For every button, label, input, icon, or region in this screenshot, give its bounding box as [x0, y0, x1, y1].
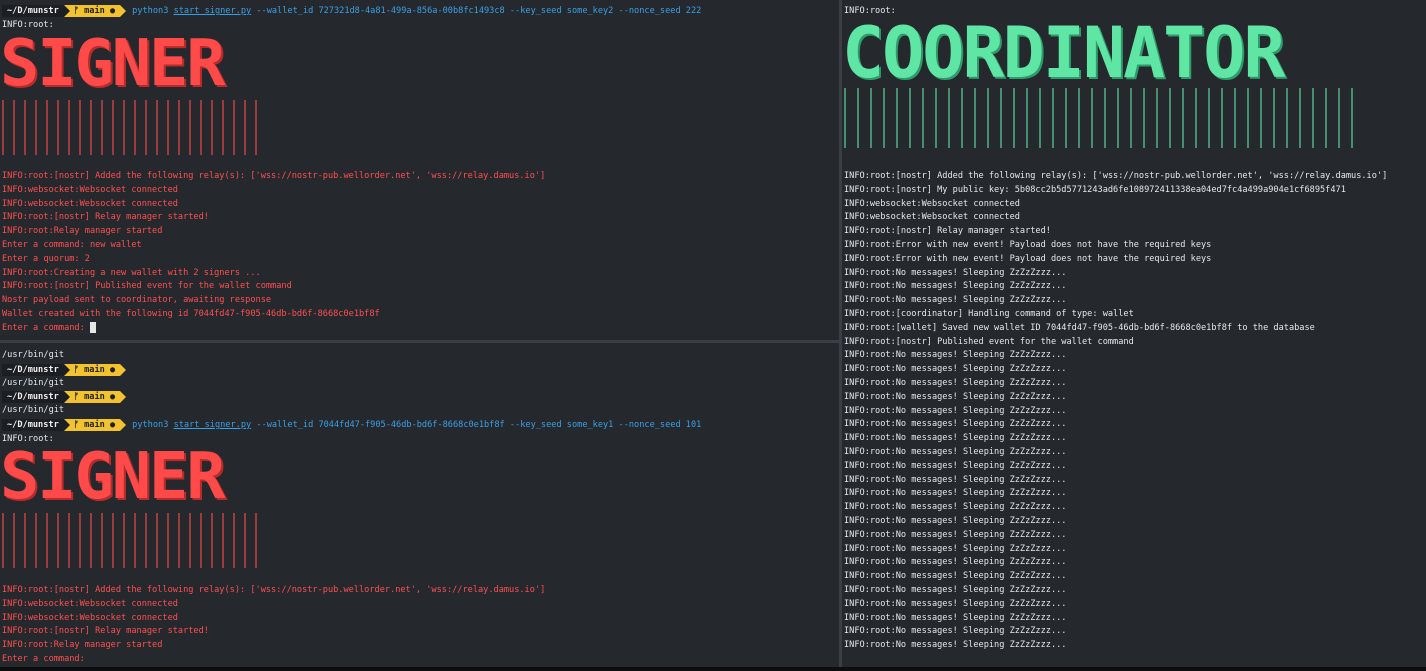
log-line: INFO:websocket:Websocket connected	[844, 198, 1020, 209]
banner-drip-decoration	[2, 100, 260, 155]
banner-drip-decoration	[844, 88, 1356, 148]
log-line: INFO:root:No messages! Sleeping ZzZzZzzz…	[844, 405, 1067, 416]
log-line: INFO:root:No messages! Sleeping ZzZzZzzz…	[844, 598, 1067, 609]
log-line: INFO:root:No messages! Sleeping ZzZzZzzz…	[844, 446, 1067, 457]
shell-command: python3 start_signer.py --wallet_id 7044…	[132, 419, 702, 430]
history-line: /usr/bin/git	[2, 377, 65, 388]
log-line: INFO:websocket:Websocket connected	[2, 598, 178, 609]
log-line: INFO:root:[nostr] Published event for th…	[844, 336, 1134, 347]
prompt-branch-badge: ᚠ main ●	[63, 363, 127, 376]
signer-ascii-banner: SIGNER	[0, 440, 226, 514]
log-line: INFO:root:No messages! Sleeping ZzZzZzzz…	[844, 515, 1067, 526]
log-line: INFO:root:No messages! Sleeping ZzZzZzzz…	[844, 419, 1067, 430]
git-branch-icon: ᚠ	[73, 419, 85, 430]
log-line: INFO:root:Relay manager started	[2, 226, 163, 237]
shell-prompt: ~/D/munstr ᚠ main ● python3 start_signer.p…	[2, 418, 701, 432]
git-branch-icon: ᚠ	[73, 364, 85, 375]
text-cursor	[89, 321, 96, 333]
terminal-pane-coordinator[interactable]: INFO:root: COORDINATOR INFO:root:[nostr]…	[842, 0, 1426, 667]
log-output: INFO:root:[nostr] Added the following re…	[2, 170, 545, 336]
shell-command: python3 start_signer.py --wallet_id 7273…	[132, 5, 702, 16]
prompt-branch-badge: ᚠ main ●	[63, 418, 127, 431]
log-line: INFO:root:[nostr] Added the following re…	[2, 585, 546, 595]
prompt-path: ~/D/munstr	[2, 4, 64, 17]
log-line: INFO:root:Error with new event! Payload …	[844, 239, 1212, 250]
prompt-path: ~/D/munstr	[2, 363, 64, 376]
prompt-path: ~/D/munstr	[2, 391, 64, 404]
log-line: Wallet created with the following id 704…	[2, 308, 380, 319]
log-line: INFO:root:[nostr] Added the following re…	[2, 171, 546, 181]
shell-prompt: ~/D/munstr ᚠ main ●	[2, 390, 127, 404]
log-line: Enter a command: new wallet	[2, 239, 142, 250]
log-line: INFO:websocket:Websocket connected	[2, 184, 178, 195]
log-line: INFO:root:[nostr] Relay manager started!	[2, 212, 209, 223]
log-output: INFO:root:[nostr] Added the following re…	[844, 170, 1387, 653]
terminal-pane-signer-bottom[interactable]: /usr/bin/git ~/D/munstr ᚠ main ●/usr/bin/g…	[0, 343, 839, 667]
log-line: INFO:root:Error with new event! Payload …	[844, 253, 1212, 264]
log-line: INFO:root:No messages! Sleeping ZzZzZzzz…	[844, 502, 1067, 513]
log-line: Enter a command:	[2, 321, 545, 336]
git-branch-icon: ᚠ	[73, 5, 85, 16]
shell-prompt: ~/D/munstr ᚠ main ●	[2, 363, 127, 377]
log-line: INFO:root:No messages! Sleeping ZzZzZzzz…	[844, 557, 1067, 568]
log-line: INFO:root:No messages! Sleeping ZzZzZzzz…	[844, 612, 1067, 623]
log-line: Nostr payload sent to coordinator, await…	[2, 295, 272, 306]
log-line: INFO:root:No messages! Sleeping ZzZzZzzz…	[844, 295, 1067, 306]
log-line: INFO:root:No messages! Sleeping ZzZzZzzz…	[844, 529, 1067, 540]
log-line: INFO:root:No messages! Sleeping ZzZzZzzz…	[844, 584, 1067, 595]
terminal-pane-signer-top[interactable]: ~/D/munstr ᚠ main ● python3 start_signer.p…	[0, 0, 839, 340]
prompt-branch-badge: ᚠ main ●	[63, 391, 127, 404]
log-line: INFO:root:No messages! Sleeping ZzZzZzzz…	[844, 364, 1067, 375]
log-line: INFO:root:No messages! Sleeping ZzZzZzzz…	[844, 488, 1067, 499]
log-line: INFO:root:No messages! Sleeping ZzZzZzzz…	[844, 350, 1067, 361]
log-line: INFO:root:[nostr] Added the following re…	[844, 171, 1388, 181]
coordinator-ascii-banner: COORDINATOR	[842, 12, 1286, 94]
history-line: /usr/bin/git	[2, 405, 65, 416]
log-line: INFO:root:[nostr] Relay manager started!	[2, 626, 209, 637]
log-line: INFO:root:No messages! Sleeping ZzZzZzzz…	[844, 460, 1067, 471]
log-line: INFO:root:No messages! Sleeping ZzZzZzzz…	[844, 433, 1067, 444]
log-line: INFO:root:No messages! Sleeping ZzZzZzzz…	[844, 543, 1067, 554]
log-line: INFO:root:Relay manager started	[2, 640, 163, 651]
log-line: INFO:root:No messages! Sleeping ZzZzZzzz…	[844, 267, 1067, 278]
shell-prompt: ~/D/munstr ᚠ main ● python3 start_signer.p…	[2, 4, 701, 18]
shell-history: /usr/bin/git ~/D/munstr ᚠ main ●/usr/bin/g…	[2, 349, 127, 418]
log-line: INFO:root:[coordinator] Handling command…	[844, 308, 1134, 319]
log-line: INFO:root:[wallet] Saved new wallet ID 7…	[844, 322, 1315, 333]
banner-drip-decoration	[2, 513, 260, 568]
history-line: /usr/bin/git	[2, 350, 65, 360]
log-line: Enter a command:	[2, 653, 85, 664]
prompt-path: ~/D/munstr	[2, 418, 64, 431]
log-line: INFO:root:[nostr] Relay manager started!	[844, 226, 1051, 237]
window-bottom-edge	[0, 667, 1426, 671]
prompt-branch-badge: ᚠ main ●	[63, 4, 127, 17]
signer-ascii-banner: SIGNER	[0, 27, 226, 101]
log-line: INFO:root:Creating a new wallet with 2 s…	[2, 267, 261, 278]
log-line: INFO:root:[nostr] My public key: 5b08cc2…	[844, 184, 1346, 195]
log-line: INFO:root:No messages! Sleeping ZzZzZzzz…	[844, 626, 1067, 637]
log-line: INFO:root:No messages! Sleeping ZzZzZzzz…	[844, 391, 1067, 402]
log-line: INFO:root:No messages! Sleeping ZzZzZzzz…	[844, 377, 1067, 388]
log-line: INFO:websocket:Websocket connected	[2, 612, 178, 623]
log-line: INFO:root:[nostr] Published event for th…	[2, 281, 292, 292]
log-output: INFO:root:[nostr] Added the following re…	[2, 584, 545, 667]
log-line: INFO:websocket:Websocket connected	[844, 212, 1020, 223]
log-line: Enter a quorum: 2	[2, 253, 90, 264]
log-line: INFO:root:No messages! Sleeping ZzZzZzzz…	[844, 571, 1067, 582]
log-line: INFO:root:No messages! Sleeping ZzZzZzzz…	[844, 474, 1067, 485]
log-line: INFO:root:No messages! Sleeping ZzZzZzzz…	[844, 281, 1067, 292]
log-line: INFO:websocket:Websocket connected	[2, 198, 178, 209]
log-line: INFO:root:No messages! Sleeping ZzZzZzzz…	[844, 640, 1067, 651]
git-branch-icon: ᚠ	[73, 392, 85, 403]
